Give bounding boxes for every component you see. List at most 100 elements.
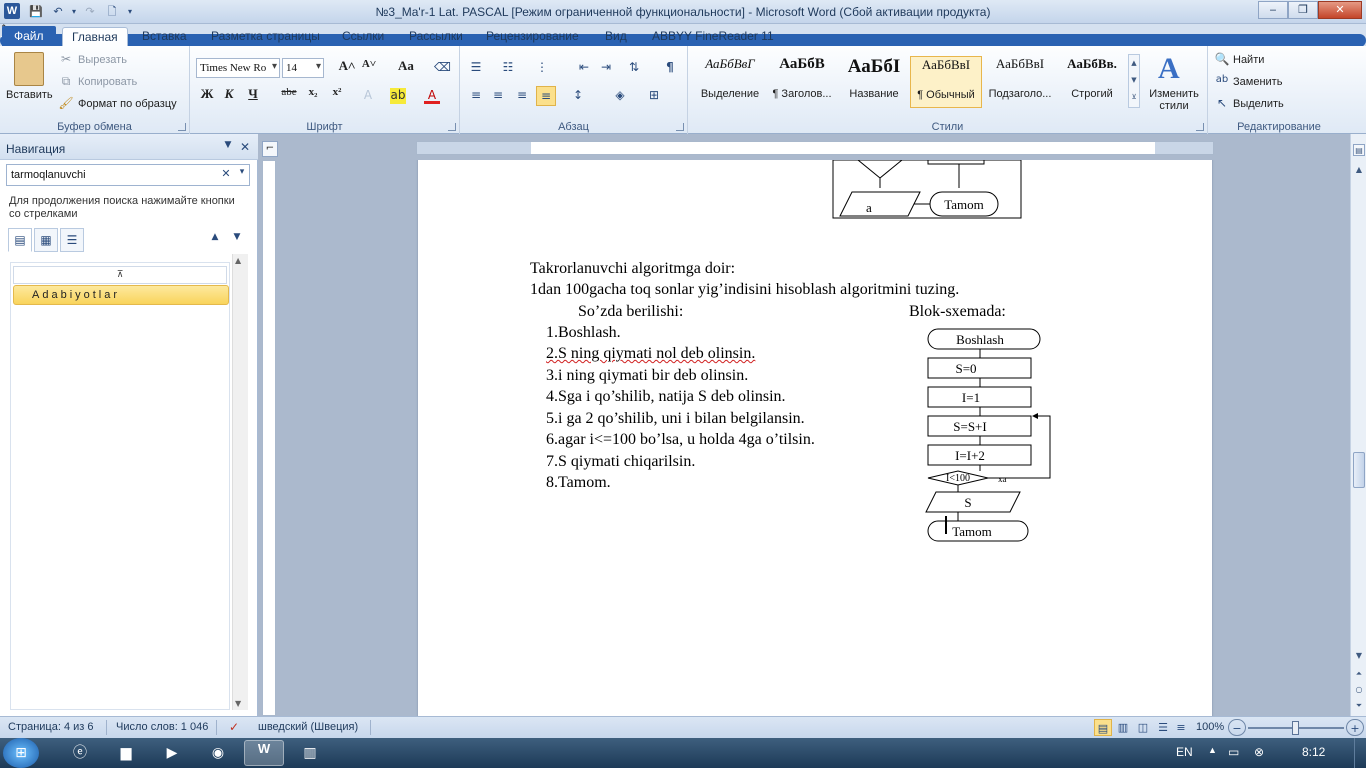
tab-page-layout[interactable]: Разметка страницы xyxy=(202,27,329,46)
style-strong[interactable]: АаБбВв. Строгий xyxy=(1056,56,1128,108)
cut-button[interactable]: Вырезать xyxy=(78,54,127,66)
web-layout-icon[interactable]: ◫ xyxy=(1134,719,1152,736)
action-center-icon[interactable]: ⊗ xyxy=(1254,745,1264,759)
word-taskbar-icon[interactable]: W xyxy=(244,740,284,766)
style-heading[interactable]: АаБбВ ¶ Заголов... xyxy=(766,56,838,108)
align-left-icon[interactable]: ≡ xyxy=(468,88,484,104)
clear-search-icon[interactable]: ✕ xyxy=(218,167,234,183)
line-spacing-icon[interactable]: ↕ xyxy=(570,88,586,104)
styles-launcher-icon[interactable] xyxy=(1196,123,1204,131)
italic-button[interactable]: К xyxy=(218,86,240,106)
explorer-icon[interactable]: ▆ xyxy=(106,740,146,766)
subscript-button[interactable]: x₂ xyxy=(302,86,324,106)
tab-references[interactable]: Ссылки xyxy=(333,27,393,46)
paste-icon[interactable] xyxy=(14,52,44,86)
zoom-slider-thumb[interactable] xyxy=(1292,721,1299,735)
tab-file[interactable]: Файл xyxy=(2,26,56,46)
page-count[interactable]: Страница: 4 из 6 xyxy=(8,721,94,733)
next-result-icon[interactable]: ▼ xyxy=(229,232,245,248)
style-normal[interactable]: АаБбВвІ ¶ Обычный xyxy=(910,56,982,108)
borders-icon[interactable]: ⊞ xyxy=(646,88,662,104)
shading-icon[interactable]: ◈ xyxy=(612,88,628,104)
print-layout-view-icon[interactable]: ▤ xyxy=(1094,719,1112,736)
strikethrough-button[interactable]: abe xyxy=(278,86,300,106)
chrome-icon[interactable]: ◉ xyxy=(198,740,238,766)
grow-font-button[interactable]: A˄ xyxy=(336,58,358,78)
zoom-out-icon[interactable]: − xyxy=(1228,719,1246,736)
scroll-up-icon[interactable]: ▲ xyxy=(1353,164,1365,176)
justify-icon[interactable]: ≡ xyxy=(536,86,556,106)
style-title[interactable]: АаБбІ Название xyxy=(838,56,910,108)
tab-abbyy[interactable]: ABBYY FineReader 11 xyxy=(643,27,783,46)
tray-expand-icon[interactable]: ▲ xyxy=(1208,745,1217,755)
tab-review[interactable]: Рецензирование xyxy=(477,27,588,46)
text-effects-icon[interactable]: A xyxy=(360,88,376,104)
copy-button[interactable]: Копировать xyxy=(78,76,137,88)
horizontal-ruler[interactable] xyxy=(416,141,1214,155)
document-page[interactable]: a Tamom Takrorlanuvchi algoritmga doir: … xyxy=(418,160,1212,716)
search-options-icon[interactable]: ▾ xyxy=(234,167,250,183)
decrease-indent-icon[interactable]: ⇤ xyxy=(576,60,592,76)
minimize-button[interactable]: ‒ xyxy=(1258,1,1288,19)
pilcrow-button[interactable]: ¶ xyxy=(662,60,678,76)
nav-options-icon[interactable]: ▼ xyxy=(220,140,236,156)
change-case-button[interactable]: Aa xyxy=(392,58,420,78)
network-icon[interactable]: ▭ xyxy=(1228,745,1239,759)
font-name-combo[interactable]: Times New Ro xyxy=(196,58,280,78)
numbering-icon[interactable]: ☷ xyxy=(500,60,516,76)
proofing-icon[interactable]: ✓ xyxy=(226,720,242,736)
nav-close-icon[interactable]: ✕ xyxy=(237,140,253,156)
align-center-icon[interactable]: ≡ xyxy=(490,88,506,104)
clock[interactable]: 8:12 xyxy=(1302,745,1325,759)
winrar-icon[interactable]: ▥ xyxy=(290,740,330,766)
scroll-thumb[interactable] xyxy=(1353,452,1365,488)
tab-mailings[interactable]: Рассылки xyxy=(400,27,472,46)
align-right-icon[interactable]: ≡ xyxy=(514,88,530,104)
start-button[interactable]: ⊞ xyxy=(3,738,39,768)
nav-search-input[interactable] xyxy=(6,164,250,186)
change-styles-button[interactable]: Изменить стили xyxy=(1146,88,1202,112)
style-emphasis[interactable]: АаБбВвГ Выделение xyxy=(694,56,766,108)
font-launcher-icon[interactable] xyxy=(448,123,456,131)
multilevel-list-icon[interactable]: ⋮ xyxy=(534,60,550,76)
tab-selector-icon[interactable]: ⌐ xyxy=(262,141,278,157)
draft-view-icon[interactable]: ≡ xyxy=(1172,719,1190,736)
nav-heading-item[interactable]: Adabiyotlar xyxy=(13,285,229,305)
bullets-icon[interactable]: ☰ xyxy=(468,60,484,76)
scroll-down-icon[interactable]: ▼ xyxy=(1353,650,1365,662)
close-button[interactable]: ✕ xyxy=(1318,1,1362,19)
vertical-ruler[interactable] xyxy=(262,160,276,716)
prev-result-icon[interactable]: ▲ xyxy=(207,232,223,248)
tab-home[interactable]: Главная xyxy=(62,27,128,46)
bold-button[interactable]: Ж xyxy=(196,86,218,106)
ie-icon[interactable]: ⓔ xyxy=(60,740,100,766)
shrink-font-button[interactable]: A˅ xyxy=(358,58,380,78)
word-count[interactable]: Число слов: 1 046 xyxy=(116,721,208,733)
select-button[interactable]: Выделить xyxy=(1233,98,1284,110)
collapse-all-icon[interactable]: ⊼ xyxy=(13,266,227,284)
browse-results-tab-icon[interactable]: ☰ xyxy=(60,228,84,252)
style-subtitle[interactable]: АаБбВвІ Подзаголо... xyxy=(984,56,1056,108)
next-page-icon[interactable]: ⏷ xyxy=(1353,700,1365,712)
vertical-scrollbar[interactable]: ▤ ▲ ▼ ⏶ ○ ⏷ xyxy=(1350,134,1366,716)
find-button[interactable]: Найти xyxy=(1233,54,1264,66)
font-color-icon[interactable]: A xyxy=(424,88,440,104)
format-painter-button[interactable]: Формат по образцу xyxy=(78,98,177,110)
full-screen-reading-icon[interactable]: ▥ xyxy=(1114,719,1132,736)
nav-scrollbar[interactable]: ▲ ▼ xyxy=(232,254,248,710)
sort-icon[interactable]: ⇅ xyxy=(626,60,642,76)
nav-scroll-up-icon[interactable]: ▲ xyxy=(235,256,241,265)
browse-pages-tab-icon[interactable]: ▦ xyxy=(34,228,58,252)
prev-page-icon[interactable]: ⏶ xyxy=(1353,668,1365,680)
paragraph-launcher-icon[interactable] xyxy=(676,123,684,131)
highlight-icon[interactable]: ab xyxy=(390,88,406,104)
outline-view-icon[interactable]: ☰ xyxy=(1154,719,1172,736)
language-status[interactable]: шведский (Швеция) xyxy=(258,721,358,733)
browse-object-icon[interactable]: ○ xyxy=(1353,684,1365,696)
paste-button[interactable]: Вставить xyxy=(6,89,53,101)
tab-view[interactable]: Вид xyxy=(596,27,636,46)
tab-insert[interactable]: Вставка xyxy=(133,27,196,46)
zoom-in-icon[interactable]: + xyxy=(1346,719,1364,736)
styles-gallery-scroll[interactable]: ▲ ▼ ⊻ xyxy=(1128,54,1140,108)
restore-button[interactable]: ❐ xyxy=(1288,1,1318,19)
